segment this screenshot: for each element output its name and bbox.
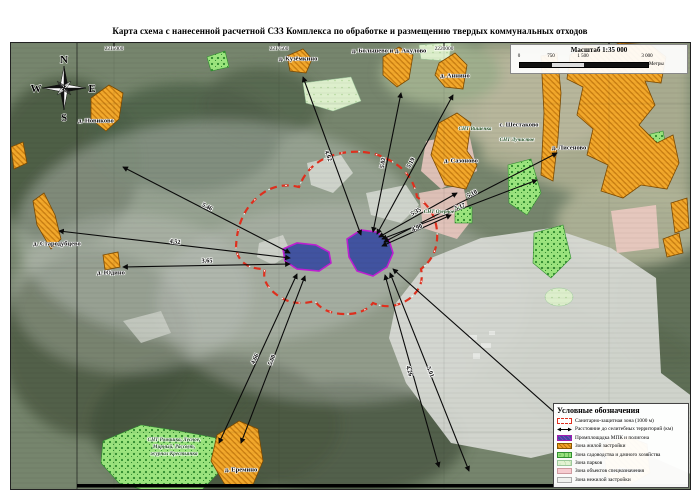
legend-row: Промплощадка МПК и полигона	[557, 434, 685, 442]
scale-title: Масштаб 1:35 000	[515, 46, 683, 54]
settlement-label: д. Аннино	[440, 73, 469, 80]
snt-label: журнал Крестьянка	[151, 451, 198, 457]
compass-rose: N S E W	[30, 52, 98, 126]
snt-label: Мирный, Рассвет,	[153, 444, 195, 450]
legend-label: Зона садоводства и дачного хозяйства	[575, 452, 660, 458]
settlement-label: д. Большево и д. Акулово	[352, 48, 427, 55]
settlement-label: д. Лисеново	[552, 145, 587, 152]
map-document: Карта схема с нанесенной расчетной СЗЗ К…	[0, 0, 700, 495]
legend-title: Условные обозначения	[557, 406, 685, 415]
settlement-label: д. Сазоново	[444, 158, 478, 165]
legend-row: Зона садоводства и дачного хозяйства	[557, 450, 685, 458]
residential-swatch	[557, 443, 572, 449]
compass-s: S	[61, 112, 67, 124]
site-swatch	[557, 435, 572, 441]
compass-n: N	[60, 54, 68, 66]
legend-row: Зона парков	[557, 459, 685, 467]
special-swatch	[557, 468, 572, 474]
legend-row: Зона объектов спецназначения	[557, 467, 685, 475]
settlement-label: с. Шестаково	[499, 122, 538, 129]
page-title: Карта схема с нанесенной расчетной СЗЗ К…	[0, 26, 700, 36]
legend-row: Зона жилой застройки	[557, 442, 685, 450]
nonresidential-swatch	[557, 477, 572, 483]
legend-label: Зона объектов спецназначения	[575, 468, 644, 474]
settlement-label: д. Стародубцево	[33, 241, 80, 248]
settlement-label: д. Еремино	[225, 467, 258, 474]
grid-coord-label: 2215000	[105, 46, 124, 52]
compass-w: W	[31, 83, 42, 95]
legend-label: Зона нежилой застройки	[575, 477, 631, 483]
snt-label: СНТ Ромашка, Лесное,	[148, 437, 201, 443]
legend-row: Санитарно-защитная зона (1000 м)	[557, 417, 685, 425]
scale-unit: Метры	[649, 62, 664, 67]
garden-swatch	[557, 452, 572, 458]
legend-label: Зона жилой застройки	[575, 443, 625, 449]
distance-label: 3.65	[202, 257, 213, 264]
scale-bar-graphic: 0 750 1 500 3 000 Метры	[519, 54, 669, 68]
snt-label: СНТ Лучистое	[500, 137, 535, 143]
distance-label: 4.52	[169, 238, 181, 246]
scale-tick: 750	[547, 54, 555, 59]
snt-label: СНТ Озерное	[424, 209, 454, 215]
compass-e: E	[88, 83, 95, 95]
legend-row: Зона нежилой застройки	[557, 476, 685, 484]
grid-coord-label: 2220000	[435, 46, 454, 52]
scale-tick: 1 500	[577, 54, 588, 59]
snt-label: СНТ Вишенка	[459, 126, 492, 132]
distance-arrow-swatch	[557, 426, 572, 432]
scale-tick: 3 000	[641, 54, 652, 59]
legend-row: Расстояние до селитебных территорий (км)	[557, 425, 685, 433]
scale-tick: 0	[518, 54, 521, 59]
legend-label: Промплощадка МПК и полигона	[575, 435, 649, 441]
legend-label: Санитарно-защитная зона (1000 м)	[575, 418, 654, 424]
legend-label: Зона парков	[575, 460, 602, 466]
legend: Условные обозначения Санитарно-защитная …	[553, 403, 689, 488]
legend-label: Расстояние до селитебных территорий (км)	[575, 426, 673, 432]
szz-swatch	[557, 418, 572, 424]
parks-swatch	[557, 460, 572, 466]
settlement-label: д. Кузёмкино	[279, 56, 318, 63]
grid-coord-label: 2217500	[270, 46, 289, 52]
scale-bar-segments	[519, 62, 649, 68]
settlement-label: д. Юдино	[97, 270, 125, 277]
scale-bar: Масштаб 1:35 000 0 750 1 500 3 000 Метры	[510, 44, 688, 74]
